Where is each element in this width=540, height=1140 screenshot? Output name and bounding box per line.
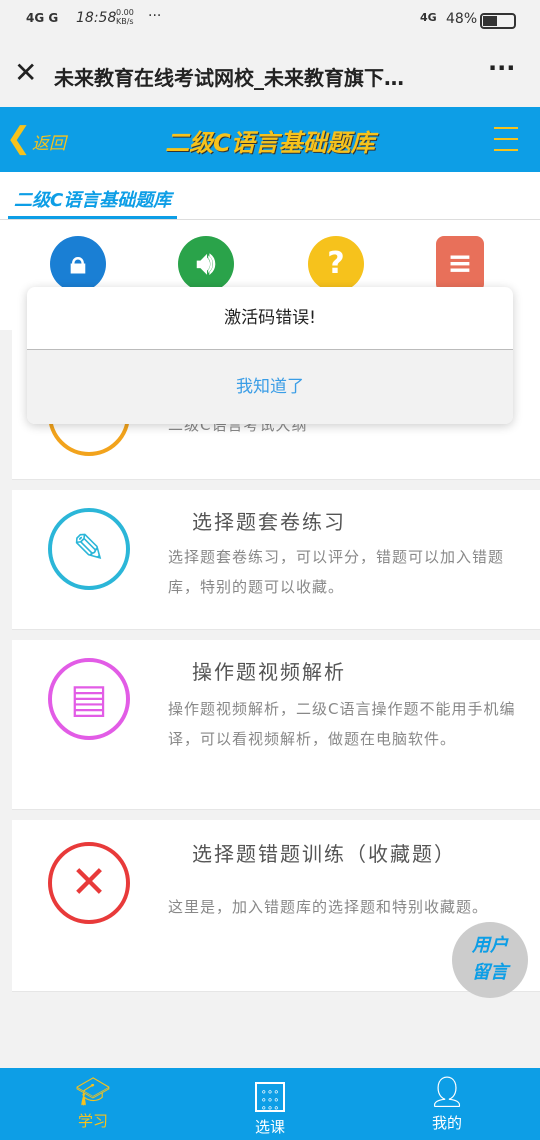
item-desc: 这里是，加入错题库的选择题和特别收藏题。 bbox=[168, 898, 489, 916]
item-desc: 操作题视频解析，二级C语言操作题不能用手机编译，可以看视频解析，做题在电脑软件。 bbox=[168, 700, 516, 748]
more-icon: ··· bbox=[148, 8, 162, 24]
user-icon: 👤︎ bbox=[427, 1075, 467, 1110]
list-item[interactable]: ▤ 操作题视频解析 操作题视频解析，二级C语言操作题不能用手机编译，可以看视频解… bbox=[12, 640, 540, 810]
document-icon: ▤ bbox=[48, 658, 130, 740]
question-icon[interactable]: ? bbox=[308, 236, 364, 292]
ok-button[interactable]: 我知道了 bbox=[27, 350, 513, 424]
dialog-message: 激活码错误! bbox=[27, 287, 513, 350]
nav-study[interactable]: 🎓︎ 学习 bbox=[33, 1068, 153, 1140]
page-title: 未来教育在线考试网校_未来教育旗下… bbox=[54, 66, 404, 90]
signal-indicator: 4G G bbox=[26, 11, 59, 25]
network-right: 4G bbox=[420, 11, 437, 24]
nav-label: 选课 bbox=[254, 1118, 285, 1136]
cross-icon: ✕ bbox=[48, 842, 130, 924]
clock: 18:58 bbox=[76, 10, 117, 26]
bottom-nav: 🎓︎ 学习 ∘∘∘ ∘∘∘ ∘∘∘ 选课 👤︎ 我的 bbox=[0, 1068, 540, 1140]
graduation-cap-icon: 🎓︎ bbox=[75, 1075, 111, 1108]
clipboard-icon[interactable]: ≡ bbox=[436, 236, 484, 292]
item-title: 选择题错题训练（收藏题） bbox=[192, 842, 456, 866]
calendar-icon: ∘∘∘ ∘∘∘ ∘∘∘ bbox=[255, 1082, 285, 1114]
net-speed: 0.00 KB/s bbox=[116, 8, 134, 26]
pencil-icon: ✎ bbox=[48, 508, 130, 590]
list-item[interactable]: ✎ 选择题套卷练习 选择题套卷练习，可以评分，错题可以加入错题库，特别的题可以收… bbox=[12, 490, 540, 630]
feedback-button[interactable]: 用户留言 bbox=[452, 922, 528, 998]
app-header: ❮ 返回 二级C语言基础题库 bbox=[0, 107, 540, 172]
battery-icon bbox=[480, 13, 516, 29]
close-icon[interactable]: ✕ bbox=[14, 56, 37, 89]
browser-bar: ✕ 未来教育在线考试网校_未来教育旗下… ··· bbox=[0, 40, 540, 107]
speaker-icon[interactable]: 🔊︎ bbox=[178, 236, 234, 292]
more-menu-icon[interactable]: ··· bbox=[488, 54, 515, 82]
battery-text: 48% bbox=[446, 11, 478, 27]
menu-icon[interactable] bbox=[494, 127, 518, 151]
tab-bar: 二级C语言基础题库 bbox=[0, 172, 540, 220]
nav-label: 学习 bbox=[77, 1112, 108, 1130]
item-title: 操作题视频解析 bbox=[192, 660, 346, 684]
tab-c-basic[interactable]: 二级C语言基础题库 bbox=[8, 172, 178, 219]
item-title: 选择题套卷练习 bbox=[192, 510, 346, 534]
lock-icon[interactable]: 🔒︎ bbox=[50, 236, 106, 292]
alert-dialog: 激活码错误! 我知道了 bbox=[27, 287, 513, 424]
nav-mine[interactable]: 👤︎ 我的 bbox=[387, 1068, 507, 1140]
item-desc: 选择题套卷练习，可以评分，错题可以加入错题库，特别的题可以收藏。 bbox=[168, 548, 505, 596]
nav-courses[interactable]: ∘∘∘ ∘∘∘ ∘∘∘ 选课 bbox=[210, 1068, 330, 1140]
status-bar: 4G G 18:58 0.00 KB/s ··· 4G 48% bbox=[0, 0, 540, 40]
nav-label: 我的 bbox=[431, 1114, 462, 1132]
header-title: 二级C语言基础题库 bbox=[165, 129, 375, 157]
